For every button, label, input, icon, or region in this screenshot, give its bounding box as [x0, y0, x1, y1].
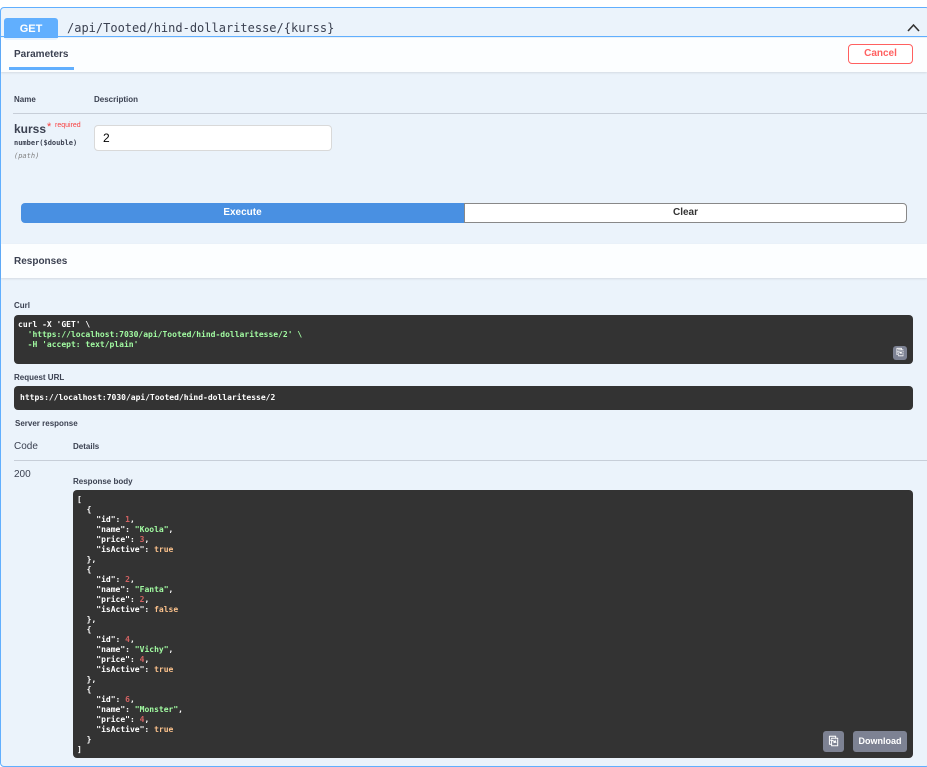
json-name: Monster: [139, 705, 174, 714]
col-name: Name: [14, 95, 36, 104]
response-body-label: Response body: [73, 477, 133, 486]
responses-header: Responses: [1, 244, 927, 278]
curl-line: -H 'accept: text/plain': [18, 340, 139, 349]
divider: [13, 113, 927, 114]
col-description: Description: [94, 95, 139, 104]
operation-path: /api/Tooted/hind-dollaritesse/{kurss}: [67, 21, 335, 35]
execute-button[interactable]: Execute: [21, 203, 464, 223]
response-body: [ { "id": 1, "name": "Koola", "price": 3…: [73, 490, 913, 758]
json-line: },: [77, 675, 97, 684]
parameters-header: Parameters Cancel: [1, 38, 927, 72]
json-line: "id": 6,: [77, 695, 135, 704]
json-line: "isActive": false: [77, 605, 179, 614]
json-line: "name": "Monster",: [77, 705, 183, 714]
param-location: (path): [14, 152, 40, 160]
json-line: [: [77, 495, 82, 504]
copy-icon[interactable]: ⎘: [823, 731, 844, 752]
required-label: required: [55, 122, 81, 129]
json-name: Vichy: [139, 645, 164, 654]
operation-summary[interactable]: GET /api/Tooted/hind-dollaritesse/{kurss…: [0, 7, 927, 40]
json-line: "isActive": true: [77, 665, 174, 674]
json-line: },: [77, 615, 97, 624]
method-badge: GET: [4, 18, 58, 40]
curl-label: Curl: [14, 301, 30, 310]
curl-box: curl -X 'GET' \ 'https://localhost:7030/…: [14, 315, 913, 364]
download-button[interactable]: Download: [853, 731, 907, 752]
json-line: "price": 3,: [77, 535, 150, 544]
col-code: Code: [14, 441, 38, 452]
request-url: https://localhost:7030/api/Tooted/hind-d…: [20, 393, 276, 402]
json-name: Fanta: [139, 585, 164, 594]
cancel-button[interactable]: Cancel: [848, 44, 913, 64]
json-name: Koola: [139, 525, 164, 534]
param-name: kurss: [14, 122, 47, 136]
json-isactive: true: [154, 725, 174, 734]
server-response-label: Server response: [15, 419, 78, 428]
json-line: },: [77, 555, 97, 564]
copy-icon[interactable]: ⎘: [893, 346, 907, 360]
json-line: "id": 2,: [77, 575, 135, 584]
json-line: "id": 1,: [77, 515, 135, 524]
json-line: "name": "Koola",: [77, 525, 174, 534]
curl-line: 'https://localhost:7030/api/Tooted/hind-…: [18, 330, 303, 339]
col-details: Details: [73, 442, 100, 451]
json-line: "price": 4,: [77, 715, 150, 724]
json-line: "price": 2,: [77, 595, 150, 604]
json-isactive: false: [154, 605, 179, 614]
responses-title: Responses: [14, 256, 68, 267]
json-line: "isActive": true: [77, 545, 174, 554]
response-code: 200: [14, 469, 31, 480]
json-isactive: true: [154, 665, 174, 674]
request-url-label: Request URL: [14, 373, 65, 382]
json-line: "price": 4,: [77, 655, 150, 664]
json-line: ]: [77, 745, 82, 754]
chevron-up-icon[interactable]: [907, 23, 920, 32]
kurss-input[interactable]: [94, 125, 332, 151]
divider: [14, 460, 927, 461]
tab-underline: [9, 67, 74, 70]
json-line: "name": "Fanta",: [77, 585, 174, 594]
json-line: "isActive": true: [77, 725, 174, 734]
clear-button[interactable]: Clear: [464, 203, 907, 223]
required-star: *: [47, 121, 52, 133]
json-line: "name": "Vichy",: [77, 645, 174, 654]
param-type: number($double): [14, 139, 78, 147]
json-line: "id": 4,: [77, 635, 135, 644]
json-line: {: [77, 565, 92, 574]
json-line: {: [77, 625, 92, 634]
tab-parameters[interactable]: Parameters: [14, 49, 68, 60]
json-line: {: [77, 685, 92, 694]
json-line: }: [77, 735, 92, 744]
curl-line: curl -X 'GET' \: [18, 320, 91, 329]
json-isactive: true: [154, 545, 174, 554]
request-url-box: https://localhost:7030/api/Tooted/hind-d…: [14, 386, 913, 410]
json-line: {: [77, 505, 92, 514]
